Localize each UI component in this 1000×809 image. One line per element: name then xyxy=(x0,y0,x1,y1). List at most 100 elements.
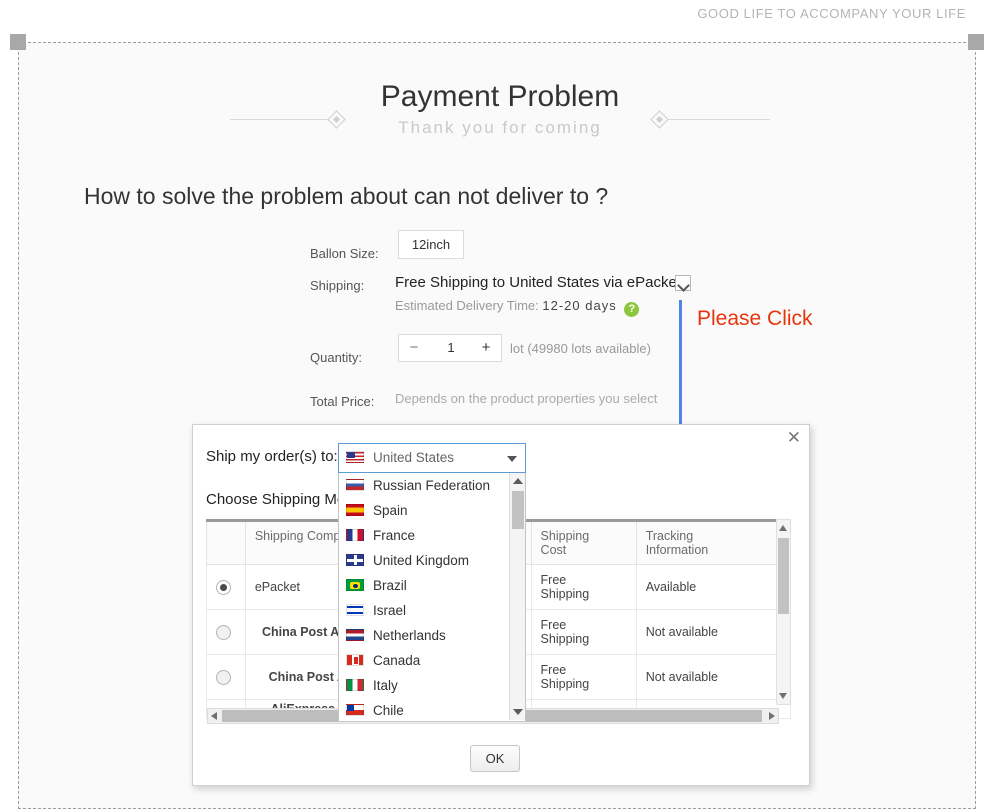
total-price-label: Total Price: xyxy=(310,394,375,409)
estimated-delivery-time: Estimated Delivery Time: 12-20 days ? xyxy=(395,298,640,317)
cost-line1: Free xyxy=(540,618,567,632)
country-option-label: Spain xyxy=(373,503,408,518)
country-option-united-kingdom[interactable]: United Kingdom xyxy=(339,548,525,573)
row-radio-cell[interactable] xyxy=(206,564,246,610)
page-subtitle: Thank you for coming xyxy=(398,118,602,137)
country-option-label: France xyxy=(373,528,416,543)
flag-icon-united-kingdom xyxy=(346,554,364,566)
row-ballon-size: Ballon Size: 12inch xyxy=(310,230,730,274)
country-option-label: United Kingdom xyxy=(373,553,470,568)
shipping-method-radio[interactable] xyxy=(216,669,231,685)
cost-line1: Free xyxy=(540,573,567,587)
flag-icon-russian-federation xyxy=(346,479,364,491)
ornament-left xyxy=(230,110,350,129)
country-option-netherlands[interactable]: Netherlands xyxy=(339,623,525,648)
scroll-thumb[interactable] xyxy=(778,538,789,614)
ornament-line xyxy=(230,119,332,120)
flag-icon-israel xyxy=(346,604,364,616)
shipping-method-radio[interactable] xyxy=(216,579,231,595)
country-option-label: Canada xyxy=(373,653,421,668)
product-properties-form: Ballon Size: 12inch Shipping: Free Shipp… xyxy=(310,230,730,428)
th-shipping-cost: Shipping Cost xyxy=(530,522,637,565)
ornament-line xyxy=(668,119,770,120)
page-question: How to solve the problem about can not d… xyxy=(84,183,609,209)
country-option-label: Italy xyxy=(373,678,398,693)
row-radio-cell[interactable] xyxy=(206,654,246,700)
ornament-right xyxy=(650,110,770,129)
country-select[interactable]: United States xyxy=(338,443,526,473)
shipping-value[interactable]: Free Shipping to United States via ePack… xyxy=(395,274,681,291)
cost-line2: Shipping xyxy=(540,632,590,646)
row-shipping: Shipping: Free Shipping to United States… xyxy=(310,274,730,340)
annotation-arrow-line xyxy=(679,300,682,437)
annotation-please-click: Please Click xyxy=(697,307,813,330)
quantity-availability-note: lot (49980 lots available) xyxy=(510,341,651,356)
cost-line2: Shipping xyxy=(540,587,590,601)
tracking-cell: Not available xyxy=(635,654,792,700)
country-option-label: Netherlands xyxy=(373,628,446,643)
cost-line1: Free xyxy=(540,663,567,677)
choose-shipping-method-label: Choose Shipping Me xyxy=(206,491,346,508)
ballon-size-option[interactable]: 12inch xyxy=(398,230,464,259)
resize-handle-top-left[interactable] xyxy=(10,34,26,50)
total-price-value: Depends on the product properties you se… xyxy=(395,391,658,406)
scroll-right-icon[interactable] xyxy=(769,712,775,720)
country-option-chile[interactable]: Chile xyxy=(339,698,525,721)
flag-icon-brazil xyxy=(346,579,364,591)
edt-days: 12-20 days xyxy=(542,298,617,313)
flag-icon-france xyxy=(346,529,364,541)
country-option-label: Brazil xyxy=(373,578,407,593)
country-option-spain[interactable]: Spain xyxy=(339,498,525,523)
tracking-cell: Available xyxy=(635,564,792,610)
th-track-line1: Tracking xyxy=(645,529,694,543)
chevron-down-icon[interactable] xyxy=(507,456,517,462)
country-option-label: Russian Federation xyxy=(373,478,491,493)
scroll-down-icon[interactable] xyxy=(513,709,523,715)
flag-icon-italy xyxy=(346,679,364,691)
scroll-down-icon[interactable] xyxy=(779,693,787,699)
country-option-italy[interactable]: Italy xyxy=(339,673,525,698)
quantity-increase-button[interactable]: + xyxy=(473,335,499,361)
ballon-size-label: Ballon Size: xyxy=(310,246,379,261)
quantity-stepper: − 1 + xyxy=(398,334,502,362)
country-select-options[interactable]: Russian Federation Spain France United K… xyxy=(338,473,526,722)
scroll-thumb[interactable] xyxy=(512,491,524,529)
country-option-brazil[interactable]: Brazil xyxy=(339,573,525,598)
country-option-label: Israel xyxy=(373,603,407,618)
quantity-decrease-button[interactable]: − xyxy=(401,335,427,361)
flag-icon-netherlands xyxy=(346,629,364,641)
row-quantity: Quantity: − 1 + lot (49980 lots availabl… xyxy=(310,334,730,390)
ok-button[interactable]: OK xyxy=(470,745,520,772)
table-vertical-scrollbar[interactable] xyxy=(776,519,791,705)
row-radio-cell[interactable] xyxy=(206,609,246,655)
country-option-france[interactable]: France xyxy=(339,523,525,548)
country-option-canada[interactable]: Canada xyxy=(339,648,525,673)
th-select xyxy=(206,522,246,565)
resize-handle-top-right[interactable] xyxy=(968,34,984,50)
close-icon[interactable]: ✕ xyxy=(787,429,801,447)
shipping-cost-cell: Free Shipping xyxy=(530,654,637,700)
edt-label: Estimated Delivery Time: xyxy=(395,298,539,313)
th-cost-line2: Cost xyxy=(540,543,567,557)
page-root: GOOD LIFE TO ACCOMPANY YOUR LIFE Payment… xyxy=(0,0,1000,809)
country-option-label: Chile xyxy=(373,703,404,718)
country-option-israel[interactable]: Israel xyxy=(339,598,525,623)
scroll-up-icon[interactable] xyxy=(779,525,787,531)
help-icon[interactable]: ? xyxy=(624,302,640,317)
shipping-label: Shipping: xyxy=(310,278,365,293)
cost-line2: Shipping xyxy=(540,677,590,691)
quantity-input[interactable]: 1 xyxy=(425,335,477,361)
country-list-scrollbar[interactable] xyxy=(509,473,525,720)
shipping-dropdown-toggle[interactable] xyxy=(675,275,691,291)
row-total-price: Total Price: Depends on the product prop… xyxy=(310,391,730,424)
country-select-value: United States xyxy=(373,450,455,465)
flag-icon-chile xyxy=(346,704,364,716)
flag-icon-united-states xyxy=(346,451,364,463)
country-option-russian-federation[interactable]: Russian Federation xyxy=(339,473,525,498)
scroll-left-icon[interactable] xyxy=(211,712,217,720)
scroll-up-icon[interactable] xyxy=(513,478,523,484)
shipping-cost-cell: Free Shipping xyxy=(530,609,637,655)
flag-icon-spain xyxy=(346,504,364,516)
shipping-method-radio[interactable] xyxy=(216,624,231,640)
shipping-cost-cell: Free Shipping xyxy=(530,564,637,610)
